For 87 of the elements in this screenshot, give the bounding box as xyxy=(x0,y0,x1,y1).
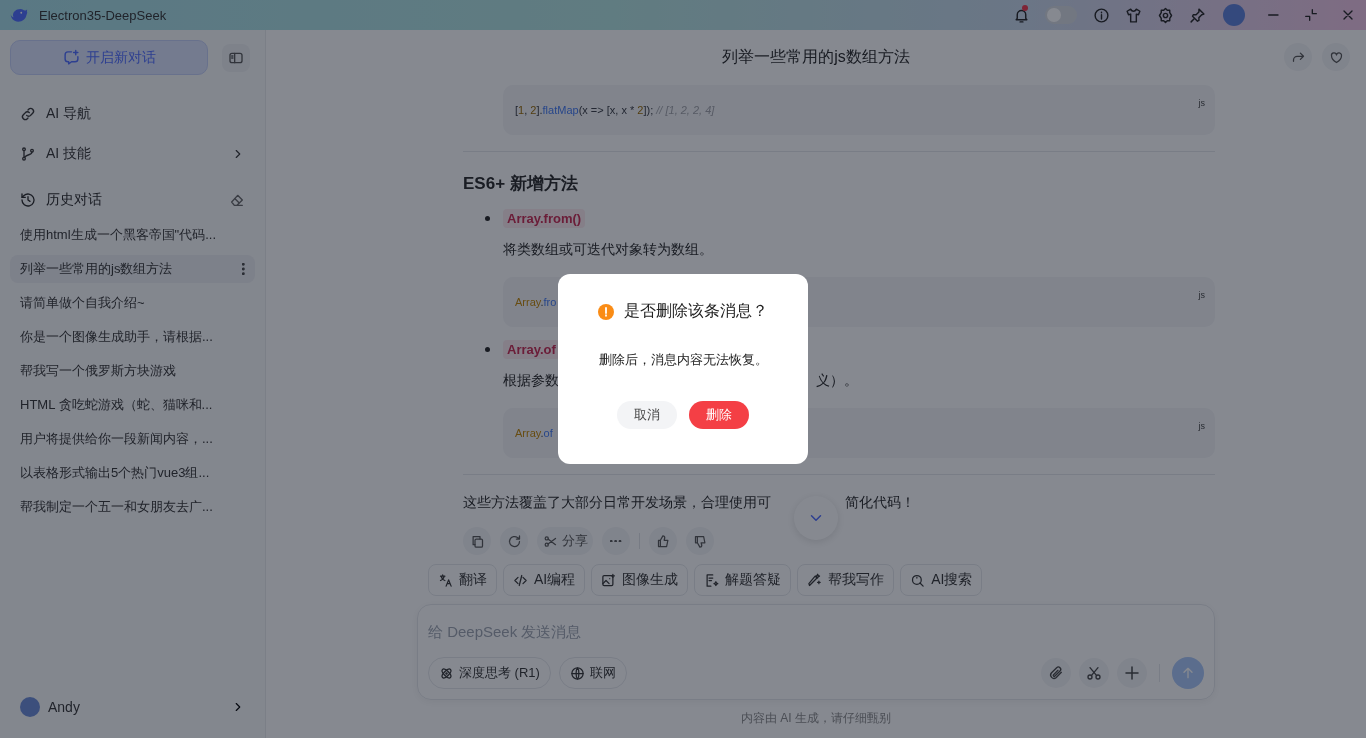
refresh-button[interactable] xyxy=(500,527,528,555)
atom-icon xyxy=(439,665,454,681)
history-heading: 历史对话 xyxy=(46,191,103,209)
dialog-title: 是否删除该条消息？ xyxy=(624,301,768,321)
history-icon xyxy=(20,192,36,208)
tool-button[interactable]: AI搜索 xyxy=(900,564,983,596)
tool-button[interactable]: 帮我写作 xyxy=(797,564,895,596)
arrow-up-icon xyxy=(1180,665,1196,681)
nav-item[interactable]: AI 导航 xyxy=(0,94,265,134)
code-line: Array.of xyxy=(515,427,553,439)
history-item[interactable]: HTML 贪吃蛇游戏（蛇、猫咪和... xyxy=(10,391,255,419)
link-icon xyxy=(20,106,36,122)
delete-button[interactable]: 删除 xyxy=(689,401,749,429)
scissors-icon xyxy=(1086,665,1102,681)
image-sparkle-icon xyxy=(601,572,617,588)
code-language-label: js xyxy=(1198,98,1205,108)
plus-icon xyxy=(1123,664,1141,682)
code-language-label: js xyxy=(1198,421,1205,431)
dialog-message: 删除后，消息内容无法恢复。 xyxy=(598,351,768,369)
refresh-icon xyxy=(506,533,522,549)
paragraph-text: 这些方法覆盖了大部分日常开发场景，合理使用可 xyxy=(463,493,771,512)
thumbs-up-icon xyxy=(655,533,671,549)
code-icon xyxy=(513,572,528,588)
chat-title: 列举一些常用的js数组方法 xyxy=(722,47,910,67)
paragraph-text: 简化代码！ xyxy=(845,493,915,512)
paperclip-icon xyxy=(1048,665,1064,681)
dislike-button[interactable] xyxy=(686,527,714,555)
cancel-button[interactable]: 取消 xyxy=(617,401,677,429)
avatar-icon[interactable] xyxy=(1223,4,1245,26)
shirt-icon xyxy=(1124,6,1142,24)
whale-logo-icon xyxy=(10,7,28,23)
description-text: 义）。 xyxy=(816,371,858,390)
deep-think-toggle[interactable]: 深度思考 (R1) xyxy=(428,657,551,689)
settings-icon xyxy=(1156,6,1174,24)
share-icon xyxy=(542,533,558,549)
tool-button[interactable]: 图像生成 xyxy=(591,564,689,596)
more-options-icon xyxy=(242,263,245,275)
nav-item[interactable]: AI 技能 xyxy=(0,134,265,174)
search-icon xyxy=(910,572,926,588)
clear-history-button[interactable] xyxy=(229,192,245,208)
history-item[interactable]: 请简单做个自我介绍~ xyxy=(10,289,255,317)
warning-icon xyxy=(598,303,614,320)
sidebar-toggle-button[interactable] xyxy=(222,43,250,72)
favorite-button[interactable] xyxy=(1322,43,1350,71)
share-button[interactable]: 分享 xyxy=(537,527,593,555)
thumbs-down-icon xyxy=(692,533,708,549)
tool-button[interactable]: 解题答疑 xyxy=(694,564,792,596)
share-icon xyxy=(1290,49,1306,65)
share-button[interactable] xyxy=(1284,43,1312,71)
add-button[interactable] xyxy=(1117,658,1147,688)
translate-icon xyxy=(438,572,453,588)
inline-code: Array.of xyxy=(503,339,560,359)
eraser-icon xyxy=(229,192,245,208)
restore-icon xyxy=(1302,7,1319,23)
window-title: Electron35-DeepSeek xyxy=(39,7,167,23)
section-heading: ES6+ 新增方法 xyxy=(463,173,579,195)
description-text: 将类数组或可迭代对象转为数组。 xyxy=(503,240,713,259)
more-icon xyxy=(610,539,622,543)
code-line: Array.fro xyxy=(515,296,557,308)
document-sparkle-icon xyxy=(704,572,720,588)
chat-plus-icon xyxy=(62,49,80,66)
tool-button[interactable]: AI编程 xyxy=(503,564,586,596)
pin-icon xyxy=(1188,6,1206,24)
branch-icon xyxy=(20,146,36,162)
like-button[interactable] xyxy=(649,527,677,555)
scissors-button[interactable] xyxy=(1079,658,1109,688)
avatar-icon xyxy=(20,697,40,717)
globe-icon xyxy=(569,665,585,681)
pen-sparkle-icon xyxy=(807,572,823,588)
theme-toggle[interactable] xyxy=(1045,6,1077,24)
info-icon xyxy=(1092,6,1110,24)
user-profile-button[interactable]: Andy xyxy=(0,687,265,727)
copy-button[interactable] xyxy=(463,527,491,555)
bullet-dot xyxy=(485,346,490,352)
attach-button[interactable] xyxy=(1041,658,1071,688)
code-language-label: js xyxy=(1198,290,1205,300)
tool-button[interactable]: 翻译 xyxy=(428,564,497,596)
new-chat-button[interactable]: 开启新对话 xyxy=(10,40,208,75)
description-text: 根据参数 xyxy=(503,371,559,390)
copy-icon xyxy=(469,533,485,549)
history-item[interactable]: 以表格形式输出5个热门vue3组... xyxy=(10,459,255,487)
web-search-toggle[interactable]: 联网 xyxy=(558,657,627,689)
bullet-dot xyxy=(485,215,490,221)
history-item[interactable]: 列举一些常用的js数组方法 xyxy=(10,255,255,283)
heart-icon xyxy=(1328,49,1344,65)
inline-code: Array.from() xyxy=(503,208,586,228)
minimize-icon xyxy=(1268,14,1279,16)
